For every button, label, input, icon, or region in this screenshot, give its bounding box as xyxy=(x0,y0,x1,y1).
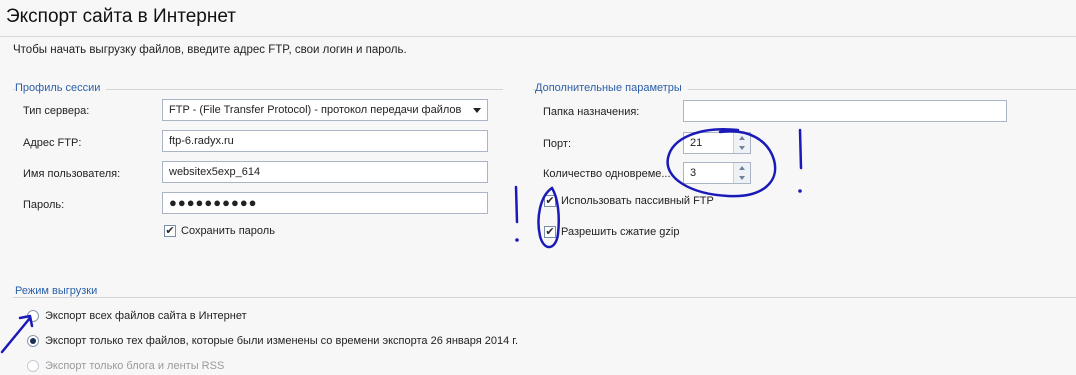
export-all-radio[interactable] xyxy=(27,310,39,322)
mode-group-line xyxy=(13,297,1076,298)
exclamation-stroke-right xyxy=(798,128,803,170)
arrow-annotation xyxy=(0,314,34,354)
password-input[interactable]: ●●●●●●●●●● xyxy=(162,192,488,214)
port-decrement-button[interactable] xyxy=(734,143,750,153)
chevron-down-icon xyxy=(473,107,481,113)
page-subtitle: Чтобы начать выгрузку файлов, введите ад… xyxy=(13,44,407,56)
export-blog-label: Экспорт только блога и ленты RSS xyxy=(45,360,225,372)
server-type-select[interactable]: FTP - (File Transfer Protocol) - протоко… xyxy=(162,99,488,121)
port-increment-button[interactable] xyxy=(734,133,750,143)
port-value: 21 xyxy=(690,137,703,149)
exclamation-stroke-left xyxy=(514,185,519,224)
ftp-address-label: Адрес FTP: xyxy=(23,137,82,149)
server-type-value: FTP - (File Transfer Protocol) - протоко… xyxy=(169,104,462,116)
password-label: Пароль: xyxy=(23,199,65,211)
gzip-label: Разрешить сжатие gzip xyxy=(561,226,680,238)
port-label: Порт: xyxy=(543,138,571,150)
exclamation-dot-right xyxy=(798,189,802,193)
checkmark-icon: ✔ xyxy=(165,224,175,237)
save-password-label: Сохранить пароль xyxy=(181,225,275,237)
connections-label: Количество одновреме... xyxy=(543,168,671,180)
export-changed-radio[interactable] xyxy=(27,335,39,347)
save-password-checkbox[interactable]: ✔ xyxy=(164,225,176,237)
page-title: Экспорт сайта в Интернет xyxy=(6,6,236,27)
checkmark-icon: ✔ xyxy=(545,194,555,207)
connections-decrement-button[interactable] xyxy=(734,173,750,183)
connections-stepper[interactable]: 3 xyxy=(683,162,751,184)
arrow-up-icon xyxy=(739,136,745,140)
gzip-checkbox[interactable]: ✔ xyxy=(544,226,556,238)
title-divider xyxy=(0,36,1076,37)
connections-value: 3 xyxy=(690,167,697,179)
advanced-legend: Дополнительные параметры xyxy=(535,82,688,94)
destination-folder-input[interactable] xyxy=(683,100,1007,122)
arrow-down-icon xyxy=(739,146,745,150)
session-legend: Профиль сессии xyxy=(15,82,107,94)
radio-selected-dot xyxy=(30,338,36,344)
arrow-down-icon xyxy=(739,176,745,180)
export-blog-radio xyxy=(27,360,39,372)
server-type-label: Тип сервера: xyxy=(23,105,90,117)
arrow-up-icon xyxy=(739,166,745,170)
passive-ftp-label: Использовать пассивный FTP xyxy=(561,195,714,207)
export-changed-label: Экспорт только тех файлов, которые были … xyxy=(45,335,519,347)
export-all-label: Экспорт всех файлов сайта в Интернет xyxy=(45,310,247,322)
username-input[interactable]: websitex5exp_614 xyxy=(162,161,488,183)
destination-folder-label: Папка назначения: xyxy=(543,106,640,118)
passive-ftp-checkbox[interactable]: ✔ xyxy=(544,195,556,207)
checkmark-icon: ✔ xyxy=(545,225,555,238)
mode-legend: Режим выгрузки xyxy=(15,285,104,297)
port-stepper[interactable]: 21 xyxy=(683,132,751,154)
username-label: Имя пользователя: xyxy=(23,168,121,180)
ftp-address-input[interactable]: ftp-6.radyx.ru xyxy=(162,130,488,152)
exclamation-dot-left xyxy=(515,238,519,242)
connections-increment-button[interactable] xyxy=(734,163,750,173)
